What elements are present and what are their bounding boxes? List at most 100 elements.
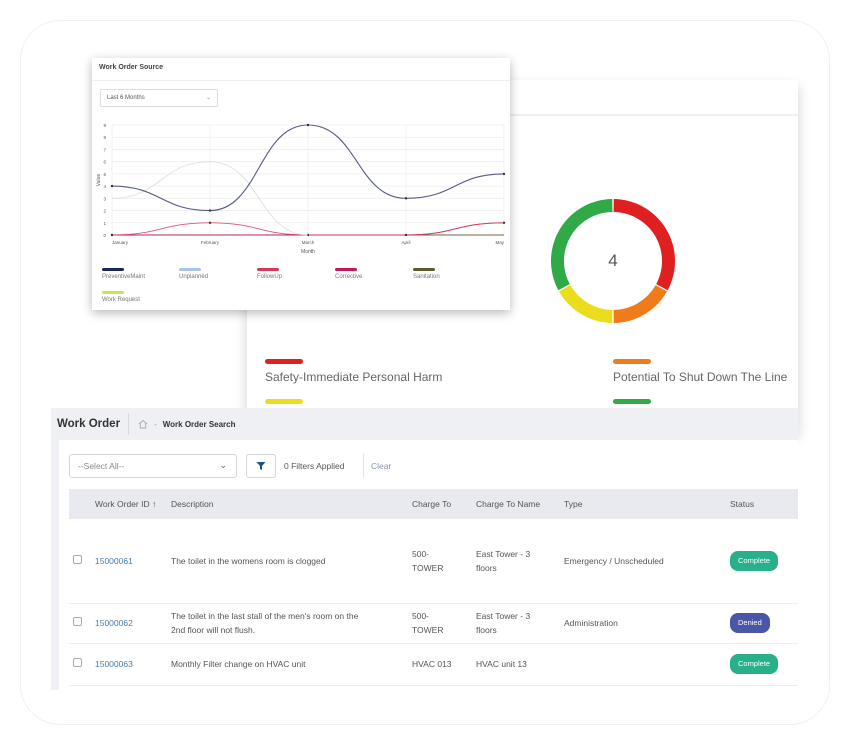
legend-swatch (413, 268, 435, 271)
charge-to-name-cell: HVAC unit 13 (472, 643, 560, 686)
table-header-row: Work Order ID ↑ Description Charge To Ch… (69, 489, 798, 519)
column-header-type[interactable]: Type (560, 489, 726, 519)
x-tick-label: May (495, 240, 504, 245)
work-order-search-card: --Select All-- ⌄ 0 Filters Applied Clear… (59, 440, 798, 690)
data-point (404, 233, 408, 237)
column-header-work-order-id[interactable]: Work Order ID ↑ (91, 489, 167, 519)
legend-swatch (265, 399, 303, 404)
data-point (110, 233, 114, 237)
legend-label: Work Request (102, 297, 140, 303)
line-chart: 0 1 2 3 4 5 6 7 8 9 January February March April May Mo… (96, 123, 506, 255)
y-tick-label: 2 (103, 209, 106, 214)
data-point (306, 123, 310, 127)
legend-swatch (613, 359, 651, 364)
x-axis-label: Month (301, 249, 315, 255)
row-checkbox-cell (69, 603, 91, 644)
legend-swatch (102, 268, 124, 271)
legend-label: PreventiveMaint (102, 274, 146, 280)
charge-to-name-cell: East Tower - 3 floors (472, 519, 560, 604)
date-range-select[interactable]: Last 6 Months ⌄ (100, 89, 218, 107)
legend-item-shutdown: Potential To Shut Down The Line (613, 359, 787, 384)
table-row[interactable]: 15000062 The toilet in the last stall of … (69, 603, 798, 644)
chart-legend-item[interactable]: Work Request (102, 291, 140, 303)
chart-legend-item[interactable]: Unplanned (179, 268, 208, 280)
status-badge: Complete (730, 654, 779, 674)
filter-button[interactable] (246, 454, 276, 478)
data-point (502, 221, 506, 224)
work-order-id-cell: 15000061 (91, 519, 167, 604)
column-header-description[interactable]: Description (167, 489, 408, 519)
work-order-id-link[interactable]: 15000062 (95, 618, 133, 628)
page-title: Work Order (57, 418, 121, 430)
divider (92, 80, 510, 81)
legend-label: Potential To Shut Down The Line (613, 370, 788, 384)
legend-swatch (335, 268, 357, 271)
y-tick-label: 5 (103, 172, 106, 177)
x-tick-label: February (201, 240, 220, 245)
chevron-down-icon: ⌄ (205, 95, 211, 101)
breadcrumb-current[interactable]: Work Order Search (163, 420, 236, 429)
row-checkbox[interactable] (73, 554, 82, 564)
charge-to-cell: 500- TOWER (408, 519, 472, 604)
data-point (208, 209, 212, 212)
clear-filters-link[interactable]: Clear (371, 461, 391, 471)
chart-legend-item[interactable]: PreventiveMaint (102, 268, 145, 280)
row-checkbox[interactable] (73, 658, 82, 667)
y-tick-label: 8 (103, 135, 106, 140)
work-order-id-cell: 15000062 (91, 603, 167, 644)
column-header-charge-to[interactable]: Charge To (408, 489, 472, 519)
chevron-down-icon: ⌄ (219, 460, 227, 470)
y-tick-label: 4 (103, 184, 106, 189)
filter-icon (256, 462, 266, 470)
table-row[interactable]: 15000063 Monthly Filter change on HVAC un… (69, 643, 798, 686)
y-tick-label: 9 (103, 123, 106, 128)
type-cell: Administration (560, 603, 726, 644)
column-header-charge-to-name[interactable]: Charge To Name (472, 489, 560, 519)
chart-legend-item[interactable]: Corrective (335, 268, 362, 280)
breadcrumb-separator: - (154, 419, 157, 429)
legend-swatch (257, 268, 279, 271)
legend-label: Corrective (335, 274, 363, 280)
description-cell: The toilet in the womens room is clogged (167, 519, 408, 604)
data-point (404, 197, 408, 200)
priority-donut-chart: 4 (543, 191, 683, 331)
y-tick-label: 7 (103, 147, 106, 152)
table-row[interactable]: 15000061 The toilet in the womens room is… (69, 519, 798, 604)
y-tick-label: 3 (103, 196, 106, 201)
type-cell (560, 643, 726, 686)
date-range-value: Last 6 Months (107, 95, 145, 101)
row-checkbox[interactable] (73, 617, 82, 626)
column-header-select (69, 489, 91, 519)
status-cell: Complete (726, 643, 798, 686)
divider (363, 454, 364, 478)
chart-title: Work Order Source (99, 64, 164, 71)
home-icon[interactable] (138, 419, 148, 429)
x-tick-label: March (302, 240, 315, 245)
chart-legend-item[interactable]: FollowUp (257, 268, 282, 280)
work-order-id-link[interactable]: 15000061 (95, 556, 133, 566)
status-cell: Denied (726, 603, 798, 644)
data-point (208, 221, 212, 224)
data-point (502, 172, 506, 176)
charge-to-name-cell: East Tower - 3 floors (472, 603, 560, 644)
work-order-id-link[interactable]: 15000063 (95, 659, 133, 669)
legend-label: Unplanned (179, 274, 209, 280)
y-tick-label: 6 (103, 160, 106, 165)
select-all-dropdown[interactable]: --Select All-- ⌄ (69, 454, 237, 478)
column-header-status[interactable]: Status (726, 489, 798, 519)
legend-swatch (265, 359, 303, 364)
y-axis-label: Value (96, 174, 102, 187)
data-point (110, 184, 114, 188)
legend-label: Sanitation (413, 274, 440, 280)
y-tick-label: 1 (103, 221, 106, 226)
select-all-value: --Select All-- (78, 461, 125, 471)
row-checkbox-cell (69, 519, 91, 604)
type-cell: Emergency / Unscheduled (560, 519, 726, 604)
legend-label: Safety-Immediate Personal Harm (265, 370, 443, 384)
filters-applied-count: 0 Filters Applied (284, 461, 345, 471)
y-tick-label: 0 (103, 233, 106, 238)
legend-item-safety: Safety-Immediate Personal Harm (265, 359, 442, 384)
description-cell: The toilet in the last stall of the men'… (167, 603, 408, 644)
row-checkbox-cell (69, 643, 91, 686)
chart-legend-item[interactable]: Sanitation (413, 268, 440, 280)
